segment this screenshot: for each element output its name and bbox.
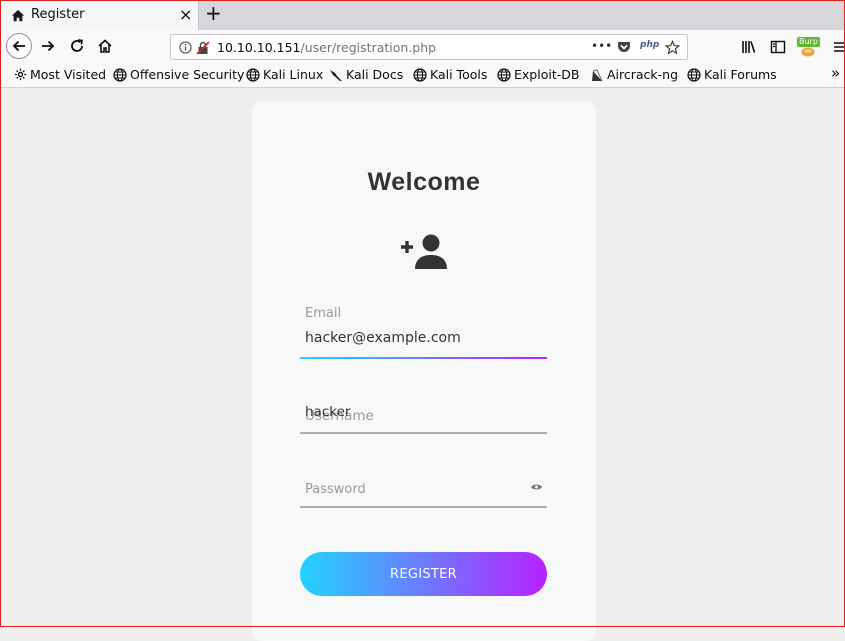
aircrack-icon xyxy=(592,68,603,81)
registration-card: Welcome Email hacker@example.com Usernam… xyxy=(252,101,596,641)
globe-icon xyxy=(687,67,701,82)
info-icon[interactable] xyxy=(179,41,192,54)
bookmark-kali-docs[interactable]: Kali Docs xyxy=(329,67,403,82)
bookmark-label: Kali Tools xyxy=(430,67,488,82)
page-title: Welcome xyxy=(367,168,481,196)
reload-button[interactable] xyxy=(67,36,87,56)
url-path: /user/registration.php xyxy=(300,40,437,55)
email-label: Email xyxy=(305,306,342,321)
menu-icon[interactable] xyxy=(833,40,845,54)
password-field[interactable]: Password xyxy=(300,471,547,513)
password-input[interactable]: Password xyxy=(305,482,366,497)
url-text[interactable]: 10.10.10.151/user/registration.php xyxy=(217,40,436,55)
kali-dragon-icon xyxy=(330,69,342,81)
username-field[interactable]: Username hacker xyxy=(300,394,547,436)
bookmarks-toolbar: Most Visited Offensive Security Kali Lin… xyxy=(0,64,845,88)
star-icon[interactable] xyxy=(665,40,680,55)
burp-icon xyxy=(801,47,815,57)
globe-icon xyxy=(413,67,427,82)
bookmark-kali-linux[interactable]: Kali Linux xyxy=(246,67,323,82)
php-badge[interactable]: php xyxy=(640,40,659,50)
burp-extension-button[interactable]: Burp xyxy=(797,34,821,60)
reload-icon xyxy=(71,39,83,52)
new-tab-button[interactable]: + xyxy=(205,1,222,25)
bookmark-exploit-db[interactable]: Exploit-DB xyxy=(497,67,579,82)
tab-bar: Register × + xyxy=(0,0,845,30)
bookmark-offensive-security[interactable]: Offensive Security xyxy=(113,67,244,82)
sidebar-icon[interactable] xyxy=(770,39,786,55)
bookmark-label: Kali Docs xyxy=(346,67,404,82)
globe-icon xyxy=(113,67,127,82)
tab-close-button[interactable]: × xyxy=(179,5,192,24)
tab-register[interactable]: Register × xyxy=(1,1,199,30)
navigation-toolbar: 10.10.10.151/user/registration.php ••• p… xyxy=(0,30,845,64)
globe-icon xyxy=(246,67,260,82)
username-input[interactable]: hacker xyxy=(305,404,350,420)
email-input[interactable]: hacker@example.com xyxy=(305,330,461,346)
bookmark-aircrack-ng[interactable]: Aircrack-ng xyxy=(590,67,678,82)
email-field[interactable]: Email hacker@example.com xyxy=(300,300,547,362)
bookmark-kali-tools[interactable]: Kali Tools xyxy=(413,67,487,82)
arrow-right-icon xyxy=(42,40,55,52)
bookmark-label: Most Visited xyxy=(30,67,107,82)
url-host: 10.10.10.151 xyxy=(217,40,301,55)
forward-button[interactable] xyxy=(38,36,58,56)
home-icon xyxy=(11,9,25,22)
bookmark-label: Kali Linux xyxy=(263,67,324,82)
arrow-left-icon xyxy=(12,40,25,52)
bookmark-label: Kali Forums xyxy=(704,67,777,82)
url-bar[interactable]: 10.10.10.151/user/registration.php ••• p… xyxy=(170,34,688,60)
burp-badge: Burp xyxy=(797,37,820,47)
bookmark-label: Offensive Security xyxy=(130,67,245,82)
bookmark-most-visited[interactable]: Most Visited xyxy=(14,67,106,82)
bookmark-label: Aircrack-ng xyxy=(607,67,679,82)
bookmarks-overflow-button[interactable]: » xyxy=(831,64,840,82)
email-underline xyxy=(300,357,547,359)
home-button[interactable] xyxy=(95,36,115,56)
bookmark-label: Exploit-DB xyxy=(514,67,580,82)
library-icon[interactable] xyxy=(741,39,757,55)
add-user-icon xyxy=(401,234,447,269)
register-button[interactable]: REGISTER xyxy=(300,552,547,596)
eye-icon[interactable] xyxy=(530,482,543,492)
tab-title: Register xyxy=(31,7,85,22)
password-underline xyxy=(300,506,547,508)
back-button[interactable] xyxy=(6,33,32,59)
globe-icon xyxy=(497,67,511,82)
page-actions-button[interactable]: ••• xyxy=(591,39,612,53)
pocket-icon[interactable] xyxy=(617,41,631,54)
gear-icon xyxy=(14,68,27,81)
home-outline-icon xyxy=(98,39,112,53)
insecure-lock-icon[interactable] xyxy=(196,41,210,55)
username-underline xyxy=(300,432,547,434)
bookmark-kali-forums[interactable]: Kali Forums xyxy=(687,67,777,82)
